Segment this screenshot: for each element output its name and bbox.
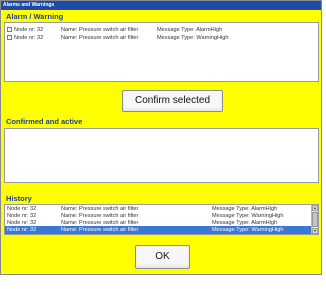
history-node: Node nr: 32 — [7, 227, 37, 233]
alarm-item[interactable]: Node nr: 32 Name: Pressure switch air fi… — [5, 26, 318, 34]
history-list[interactable]: Node nr: 32 Name: Pressure switch air fi… — [4, 204, 319, 235]
alarm-node: Node nr: 32 — [14, 27, 44, 33]
alarm-type: Message Type: WarningHigh — [157, 35, 229, 41]
alarm-name: Name: Pressure switch air filter — [61, 35, 139, 41]
alarms-window: Alarms and Warnings Alarm / Warning Node… — [0, 0, 322, 275]
alarm-type: Message Type: AlarmHigh — [157, 27, 223, 33]
alarm-section-label: Alarm / Warning — [6, 12, 64, 21]
scroll-up-icon[interactable]: ▴ — [312, 205, 318, 211]
history-name: Name: Pressure switch air filter — [61, 227, 139, 233]
history-type: Message Type: WarningHigh — [212, 227, 284, 233]
alarm-list[interactable]: Node nr: 32 Name: Pressure switch air fi… — [4, 22, 319, 82]
window-title: Alarms and Warnings — [1, 1, 321, 10]
scroll-thumb[interactable] — [312, 212, 318, 227]
confirmed-list[interactable] — [4, 128, 319, 183]
confirmed-section-label: Confirmed and active — [6, 117, 83, 126]
alarm-checkbox[interactable] — [7, 27, 12, 32]
alarm-item[interactable]: Node nr: 32 Name: Pressure switch air fi… — [5, 34, 318, 42]
history-section-label: History — [6, 194, 32, 203]
alarm-checkbox[interactable] — [7, 35, 12, 40]
confirm-selected-button[interactable]: Confirm selected — [122, 90, 223, 112]
alarm-name: Name: Pressure switch air filter — [61, 27, 139, 33]
history-scrollbar[interactable]: ▴ ▾ — [311, 205, 318, 234]
scroll-down-icon[interactable]: ▾ — [312, 228, 318, 234]
alarm-node: Node nr: 32 — [14, 35, 44, 41]
ok-button[interactable]: OK — [135, 245, 190, 269]
history-row-selected[interactable]: Node nr: 32 Name: Pressure switch air fi… — [5, 226, 312, 234]
